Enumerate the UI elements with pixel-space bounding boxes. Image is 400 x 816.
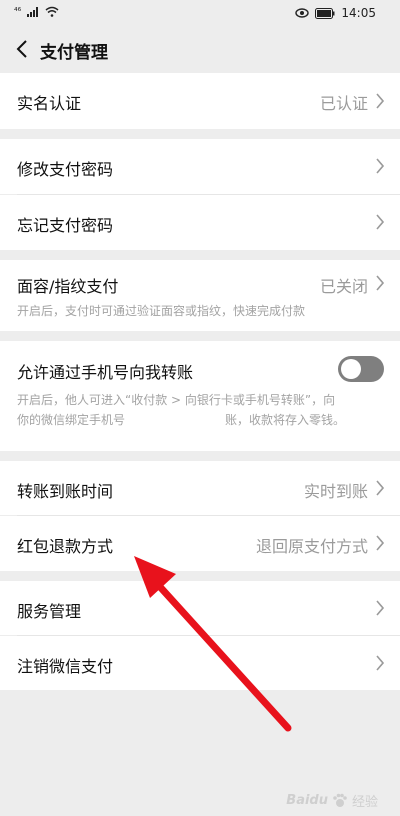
- baidu-jingyan-watermark: Baidu 经验: [286, 791, 378, 810]
- paw-icon: [333, 793, 347, 807]
- watermark-brand: Baidu: [286, 793, 328, 808]
- watermark-text: 经验: [351, 795, 378, 810]
- annotation-arrow-icon: [134, 556, 292, 732]
